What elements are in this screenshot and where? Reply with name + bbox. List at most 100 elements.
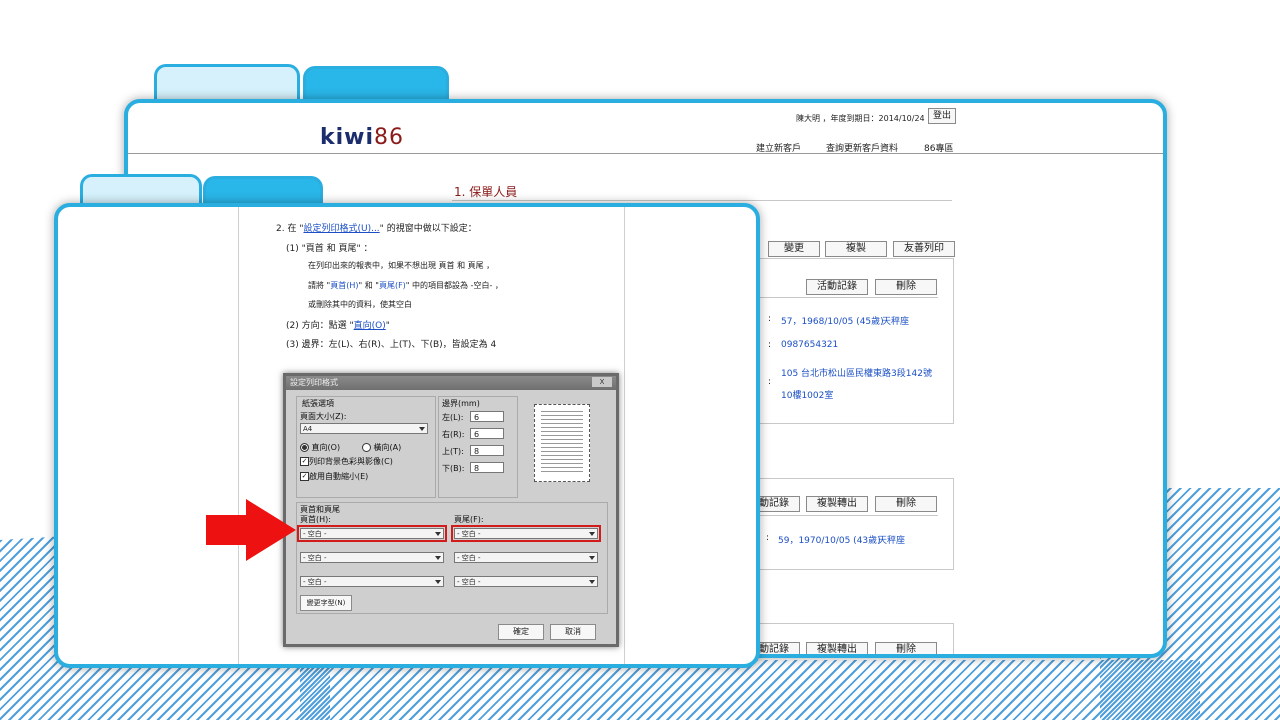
- user-line: 陳大明 ，年度到期日：2014/10/24: [796, 114, 925, 123]
- item2-pre: (2) 方向：點選 ": [286, 321, 354, 331]
- header-select-3[interactable]: - 空白 -: [300, 576, 444, 587]
- copy-button[interactable]: 複製: [825, 241, 887, 257]
- chevron-down-icon: [435, 556, 441, 560]
- portrait-radio[interactable]: 直向(O): [300, 442, 340, 453]
- footer-value-2: - 空白 -: [457, 554, 481, 562]
- item2-line: (2) 方向：點選 "直向(O)": [286, 318, 390, 331]
- print-bg-checkbox[interactable]: ✓ 列印背景色彩與影像(C): [300, 456, 393, 467]
- item1-line2: 請將 "頁首(H)" 和 "頁尾(F)" 中的項目都設為 -空白- ，: [308, 280, 503, 291]
- print-bg-label: 列印背景色彩與影像(C): [309, 457, 393, 466]
- hatch-bg-bottom: [300, 660, 1200, 720]
- person1-sign: 天秤座: [882, 317, 910, 327]
- step2-suffix: 的視窗中做以下設定：: [386, 224, 477, 234]
- margins-label: 邊界(mm): [442, 399, 480, 408]
- portrait-label: 直向(O): [311, 443, 341, 452]
- item1-line2-post: " 中的項目都設為 -空白- ，: [405, 281, 503, 290]
- kiwi-logo[interactable]: kiwi86: [320, 125, 404, 150]
- front-screen-card: 2. 在 "設定列印格式(U)..." 的視窗中做以下設定： (1) "頁首 和…: [54, 203, 760, 668]
- header-divider: [128, 153, 1163, 154]
- section-title-underline: [452, 200, 952, 201]
- person1-colon-2: :: [768, 340, 772, 350]
- chevron-down-icon: [435, 580, 441, 584]
- shrink-checkbox[interactable]: ✓ 啟用自動縮小(E): [300, 471, 368, 482]
- red-arrow-icon: [206, 499, 296, 561]
- header-highlight-box: [297, 525, 447, 542]
- person1-colon-3: :: [768, 377, 772, 387]
- logo-text: kiwi: [320, 125, 375, 150]
- person2-sign: 天秤座: [878, 536, 906, 546]
- person2-divider: [748, 515, 938, 516]
- chevron-down-icon: [419, 427, 425, 431]
- person1-activity-button[interactable]: 活動記錄: [806, 279, 868, 295]
- margin-right-input[interactable]: 6: [470, 428, 504, 439]
- landscape-radio[interactable]: 橫向(A): [362, 442, 401, 453]
- footer-select-3[interactable]: - 空白 -: [454, 576, 598, 587]
- item1-line3: 或刪除其中的資料，使其空白: [308, 300, 412, 309]
- person3-copy-out-button[interactable]: 複製轉出: [806, 642, 868, 654]
- section-title: 1. 保單人員: [454, 185, 518, 199]
- footer-label: 頁尾(F):: [454, 515, 484, 524]
- item2-post: ": [385, 321, 390, 331]
- person2-birth: 59，1970/10/05 (43歲): [778, 536, 881, 546]
- checkmark-icon: ✓: [300, 472, 309, 481]
- person1-birth: 57，1968/10/05 (45歲): [781, 317, 884, 327]
- margin-left-input[interactable]: 6: [470, 411, 504, 422]
- item1-header-ref: 頁首(H): [330, 281, 359, 290]
- person3-delete-button[interactable]: 刪除: [875, 642, 937, 654]
- instruction-step2: 2. 在 "設定列印格式(U)..." 的視窗中做以下設定：: [276, 224, 477, 234]
- page-setup-link[interactable]: 設定列印格式(U)...: [303, 224, 379, 234]
- person1-divider: [748, 297, 938, 298]
- person1-colon-1: :: [768, 314, 772, 324]
- header-select-2[interactable]: - 空白 -: [300, 552, 444, 563]
- margin-right-label: 右(R):: [442, 430, 465, 439]
- paper-options-label: 紙張選項: [302, 399, 334, 408]
- person2-delete-button[interactable]: 刪除: [875, 496, 937, 512]
- change-button[interactable]: 變更: [768, 241, 820, 257]
- landscape-label: 橫向(A): [373, 443, 402, 452]
- item1-line1: 在列印出來的報表中，如果不想出現 頁首 和 頁尾 ，: [308, 261, 495, 270]
- logo-suffix: 86: [374, 125, 405, 150]
- change-font-button[interactable]: 變更字型(N): [300, 595, 352, 611]
- person1-address-1: 105 台北市松山區民權東路3段142號: [781, 369, 932, 379]
- chevron-down-icon: [589, 556, 595, 560]
- dialog-close-button[interactable]: X: [592, 377, 612, 387]
- step2-prefix: 2. 在: [276, 224, 297, 234]
- radio-off-icon: [362, 443, 371, 452]
- footer-select-2[interactable]: - 空白 -: [454, 552, 598, 563]
- item3-line: (3) 邊界：左(L)、右(R)、上(T)、下(B)，皆設定為 4: [286, 340, 497, 350]
- person1-panel: 活動記錄 刪除 : 57，1968/10/05 (45歲) 天秤座 : 0987…: [748, 258, 954, 424]
- portrait-link[interactable]: 直向(O): [354, 321, 386, 331]
- person3-panel: 活動記錄 複製轉出 刪除: [738, 623, 954, 654]
- person2-colon: :: [766, 533, 770, 543]
- radio-on-icon: [300, 443, 309, 452]
- logout-button[interactable]: 登出: [928, 108, 956, 124]
- margin-bottom-input[interactable]: 8: [470, 462, 504, 473]
- item1-line2-mid: " 和 ": [358, 281, 379, 290]
- paper-size-select[interactable]: A4: [300, 423, 428, 434]
- item1-line2-pre: 請將 ": [308, 281, 331, 290]
- ok-button[interactable]: 確定: [498, 624, 544, 640]
- dialog-titlebar: 設定列印格式 X: [286, 376, 616, 390]
- paper-size-value: A4: [303, 425, 313, 433]
- footer-value-3: - 空白 -: [457, 578, 481, 586]
- paper-size-label: 頁面大小(Z):: [300, 412, 347, 421]
- print-button[interactable]: 友善列印: [893, 241, 955, 257]
- preview-text-lines: [541, 411, 583, 475]
- doc-column-right-border: [624, 207, 625, 664]
- checkmark-icon: ✓: [300, 457, 309, 466]
- page-preview: [534, 404, 590, 482]
- dialog-title: 設定列印格式: [290, 378, 338, 387]
- header-value-2: - 空白 -: [303, 554, 327, 562]
- cancel-button[interactable]: 取消: [550, 624, 596, 640]
- margin-top-input[interactable]: 8: [470, 445, 504, 456]
- doc-column-left-border: [238, 207, 239, 664]
- header-label: 頁首(H):: [300, 515, 331, 524]
- person2-copy-out-button[interactable]: 複製轉出: [806, 496, 868, 512]
- person2-panel: 活動記錄 複製轉出 刪除 : 59，1970/10/05 (43歲) 天秤座: [738, 478, 954, 570]
- item1-title: (1) "頁首 和 頁尾" ：: [286, 244, 373, 254]
- margin-left-label: 左(L):: [442, 413, 464, 422]
- margin-bottom-label: 下(B):: [442, 464, 465, 473]
- footer-highlight-box: [451, 525, 601, 542]
- person1-phone: 0987654321: [781, 340, 839, 350]
- person1-delete-button[interactable]: 刪除: [875, 279, 937, 295]
